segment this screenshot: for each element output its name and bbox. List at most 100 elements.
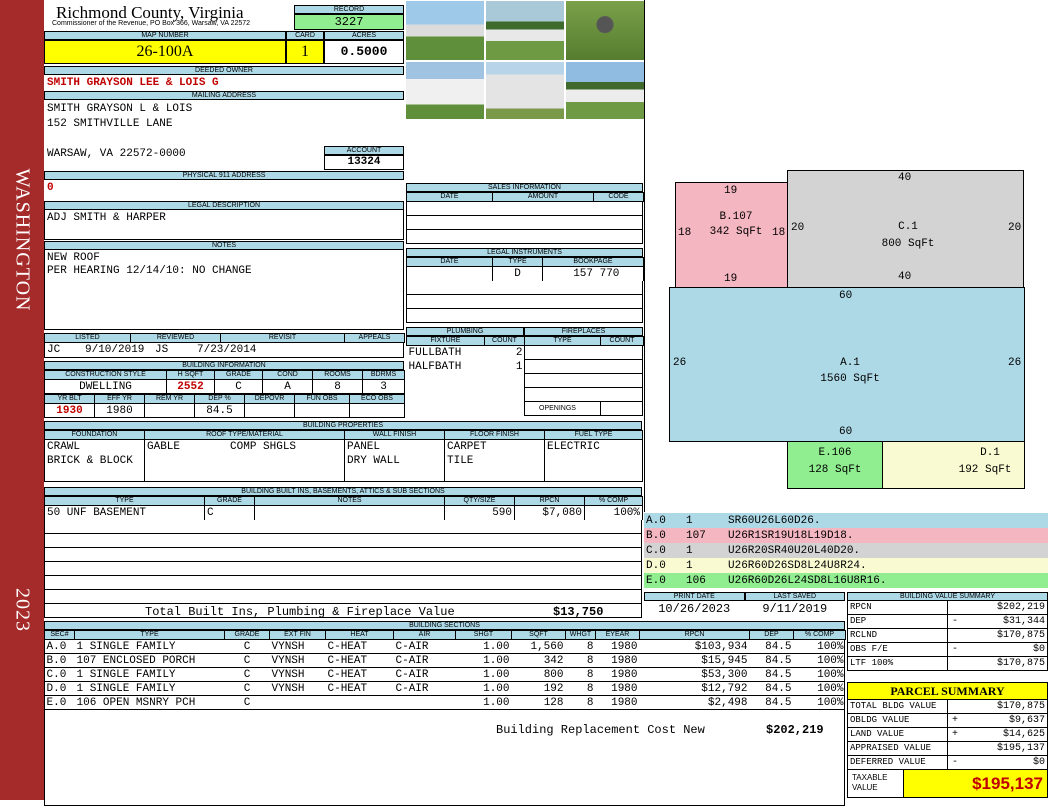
taxable-label-2: VALUE [852,783,878,792]
e-id: E.106 [818,447,852,459]
sec-h11: DEP [749,630,794,640]
card-number: 1 [286,40,324,64]
b-right: 18 [772,227,786,239]
section-cell: 342 [543,654,564,667]
legend-code: 106 [686,574,706,587]
prop-h4: FUEL TYPE [544,430,643,440]
section-cell: C-HEAT [327,668,368,681]
floor-finish-1: CARPET [444,439,545,454]
bin-h2: NOTES [254,496,445,506]
fireplaces-table: FIREPLACES TYPE COUNT OPENINGS [524,327,644,416]
taxable-label-1: TAXABLE [852,773,888,782]
instruments-label: LEGAL INSTRUMENTS [406,248,643,257]
legal-description-box: ADJ SMITH & HARPER [44,209,404,240]
inst-h2: BOOKPAGE [542,257,644,267]
district-sidebar: WASHINGTON 2023 [0,0,44,800]
summary-row: DEFERRED VALUE - $0 [847,756,1048,770]
sketch-section-c: C.1 800 SqFt 40 40 20 20 [787,170,1024,288]
appeals-header: APPEALS [344,333,405,343]
sec-h7: SQFT [511,630,566,640]
section-cell: 1.00 [483,696,510,709]
a-left: 26 [673,357,687,369]
section-cell: C-HEAT [327,654,368,667]
sketch-legend: A.0 1 SR60U26L60D26. B.0 107 U26R1SR19U18L19D… [644,513,1048,588]
section-cell: B.0 [46,654,67,667]
legend-code: 1 [686,514,693,527]
section-cell: C [243,696,251,709]
bi2-h5: FUN OBS [294,394,350,404]
section-cell: 8 [586,682,594,695]
section-cell: 1.00 [483,668,510,681]
section-cell: 1 SINGLE FAMILY [76,682,176,695]
wall-finish-2: DRY WALL [344,453,445,468]
building-properties-table: BUILDING PROPERTIES FOUNDATION ROOF TYPE/… [44,421,643,482]
prop-h2: WALL FINISH [344,430,445,440]
a-right: 26 [1008,357,1022,369]
property-photo-6 [565,61,645,120]
sec-h6: SHGT [455,630,512,640]
parcel-summary: PARCEL SUMMARY TOTAL BLDG VALUE $170,875 O… [847,682,1048,798]
section-cell: 1.00 [483,682,510,695]
legend-path: U26R60D26SD8L24U8R24. [728,559,867,572]
fireplaces-label: FIREPLACES [524,327,643,336]
section-cell: 84.5 [765,668,792,681]
summary-label: LTF 100% [848,657,948,670]
last-saved-label: LAST SAVED [744,592,845,601]
building-value-summary: BUILDING VALUE SUMMARY RPCN $202,219 DEP - $… [847,592,1048,671]
section-cell: $12,792 [701,682,748,695]
foundation-1: CRAWL [44,439,145,454]
listing-table: LISTED REVIEWED REVISIT APPEALS JC 9/10/201… [44,333,405,358]
summary-sign: - [951,757,958,768]
sec-h9: EYEAR [595,630,640,640]
table-row: B.0 107 ENCLOSED PORCH C VYNSH C-HEAT C-AIR 1.… [45,654,846,668]
bi-h1: H SQFT [166,370,215,380]
a-bottom: 60 [839,426,853,438]
section-cell: 192 [543,682,564,695]
district-label: WASHINGTON [11,168,34,312]
legend-sec: A.0 [646,514,666,527]
value-summary-label: BUILDING VALUE SUMMARY [847,592,1048,601]
wall-finish-1: PANEL [344,439,445,454]
plumbing-fixture-2: HALFBATH [408,360,462,373]
print-date-label: PRINT DATE [644,592,745,601]
legend-sec: C.0 [646,544,666,557]
notes-line-1: NEW ROOF [47,252,100,264]
section-cell: 1,560 [530,640,564,653]
summary-row: RCLND $170,875 [847,629,1048,643]
revisit-header: REVISIT [220,333,345,343]
a-top: 60 [839,290,853,302]
last-saved: 9/11/2019 [762,602,828,616]
section-cell: VYNSH [271,668,305,681]
listed-header: LISTED [44,333,131,343]
summary-label: TOTAL BLDG VALUE [848,700,948,713]
section-cell: 1.00 [483,640,510,653]
sales-h2: CODE [593,192,644,202]
dep-override [244,403,295,418]
summary-value: $14,625 [1002,729,1045,740]
section-cell: 84.5 [765,654,792,667]
functional-obs [294,403,350,418]
summary-value: $202,219 [996,602,1045,613]
section-cell: C [243,668,251,681]
bi2-h6: ECO OBS [349,394,405,404]
bedrooms: 3 [362,379,405,394]
legend-path: U26R20SR40U20L40D20. [728,544,861,557]
builtin-type: 50 UNF BASEMENT [44,505,205,520]
building-info-table: BUILDING INFORMATION CONSTRUCTION STYLE H… [44,361,405,418]
effective-year: 1980 [94,403,145,418]
section-cell: 84.5 [765,696,792,709]
rooms: 8 [312,379,363,394]
sec-h0: SEC# [44,630,75,640]
sec-h3: EXT FIN [269,630,326,640]
section-cell: 1.00 [483,654,510,667]
summary-value: $170,875 [996,701,1045,712]
inst-h0: DATE [406,257,493,267]
sketch-section-e: E.106 128 SqFt [787,441,883,489]
legend-row: E.0 106 U26R60D26L24SD8L16U8R16. [644,573,1048,588]
legend-code: 107 [686,529,706,542]
c-right: 20 [1008,222,1022,234]
legend-sec: B.0 [646,529,666,542]
sketch-section-a: A.1 1560 SqFt 60 60 26 26 [669,287,1025,442]
section-cell [394,696,456,710]
legend-sec: D.0 [646,559,666,572]
